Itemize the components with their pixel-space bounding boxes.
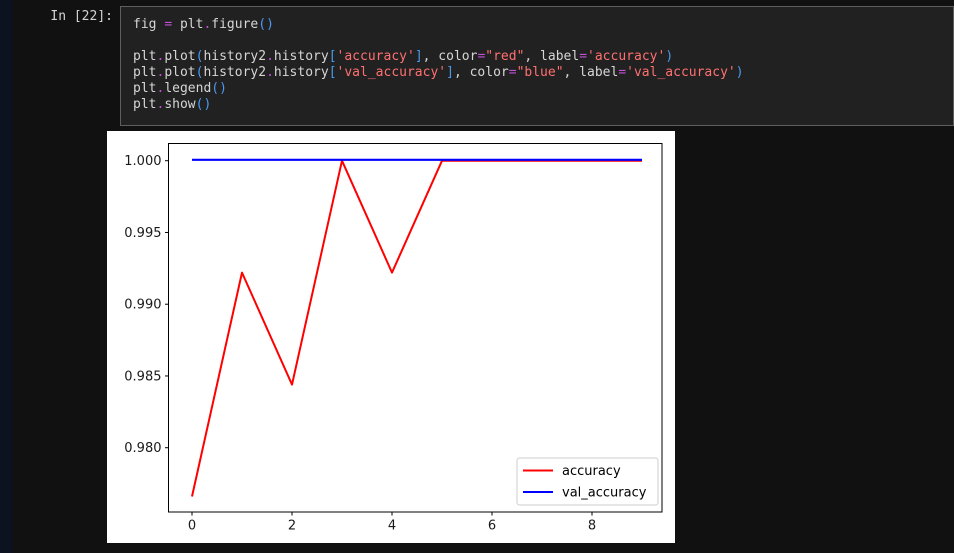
y-tick-label: 0.985 — [124, 369, 161, 384]
x-tick-label: 0 — [188, 519, 196, 534]
x-tick-label: 4 — [388, 519, 396, 534]
code-line: plt.show() — [133, 97, 212, 112]
jupyter-notebook-page: In [22]: fig = plt.figure() plt.plot(hist… — [0, 0, 954, 553]
code-line: fig = plt.figure() — [133, 17, 274, 32]
x-tick-label: 8 — [588, 519, 596, 534]
x-tick-label: 6 — [488, 519, 496, 534]
code-editor-area[interactable]: fig = plt.figure() plt.plot(history2.hist… — [121, 7, 953, 113]
y-tick-label: 0.980 — [124, 441, 161, 456]
y-tick-label: 1.000 — [124, 154, 161, 169]
y-tick-label: 0.995 — [124, 226, 161, 241]
legend-label-accuracy: accuracy — [562, 464, 621, 479]
x-tick-label: 2 — [288, 519, 296, 534]
code-line: plt.plot(history2.history['accuracy'], c… — [133, 49, 674, 64]
code-line: plt.plot(history2.history['val_accuracy'… — [133, 65, 744, 80]
accuracy-line — [191, 159, 642, 497]
axes-frame — [168, 143, 663, 513]
matplotlib-figure-output: 0 2 4 6 8 1.000 0.995 0.990 0.985 0.980 accuracy va… — [107, 131, 675, 543]
legend-label-val_accuracy: val_accuracy — [562, 486, 647, 501]
y-tick-label: 0.990 — [124, 298, 161, 313]
left-edge-strip — [0, 0, 13, 553]
code-line: plt.legend() — [133, 81, 227, 96]
code-cell[interactable]: fig = plt.figure() plt.plot(history2.hist… — [120, 6, 954, 126]
cell-input-prompt: In [22]: — [50, 9, 113, 24]
accuracy-chart: 0 2 4 6 8 1.000 0.995 0.990 0.985 0.980 accuracy va… — [124, 143, 663, 534]
